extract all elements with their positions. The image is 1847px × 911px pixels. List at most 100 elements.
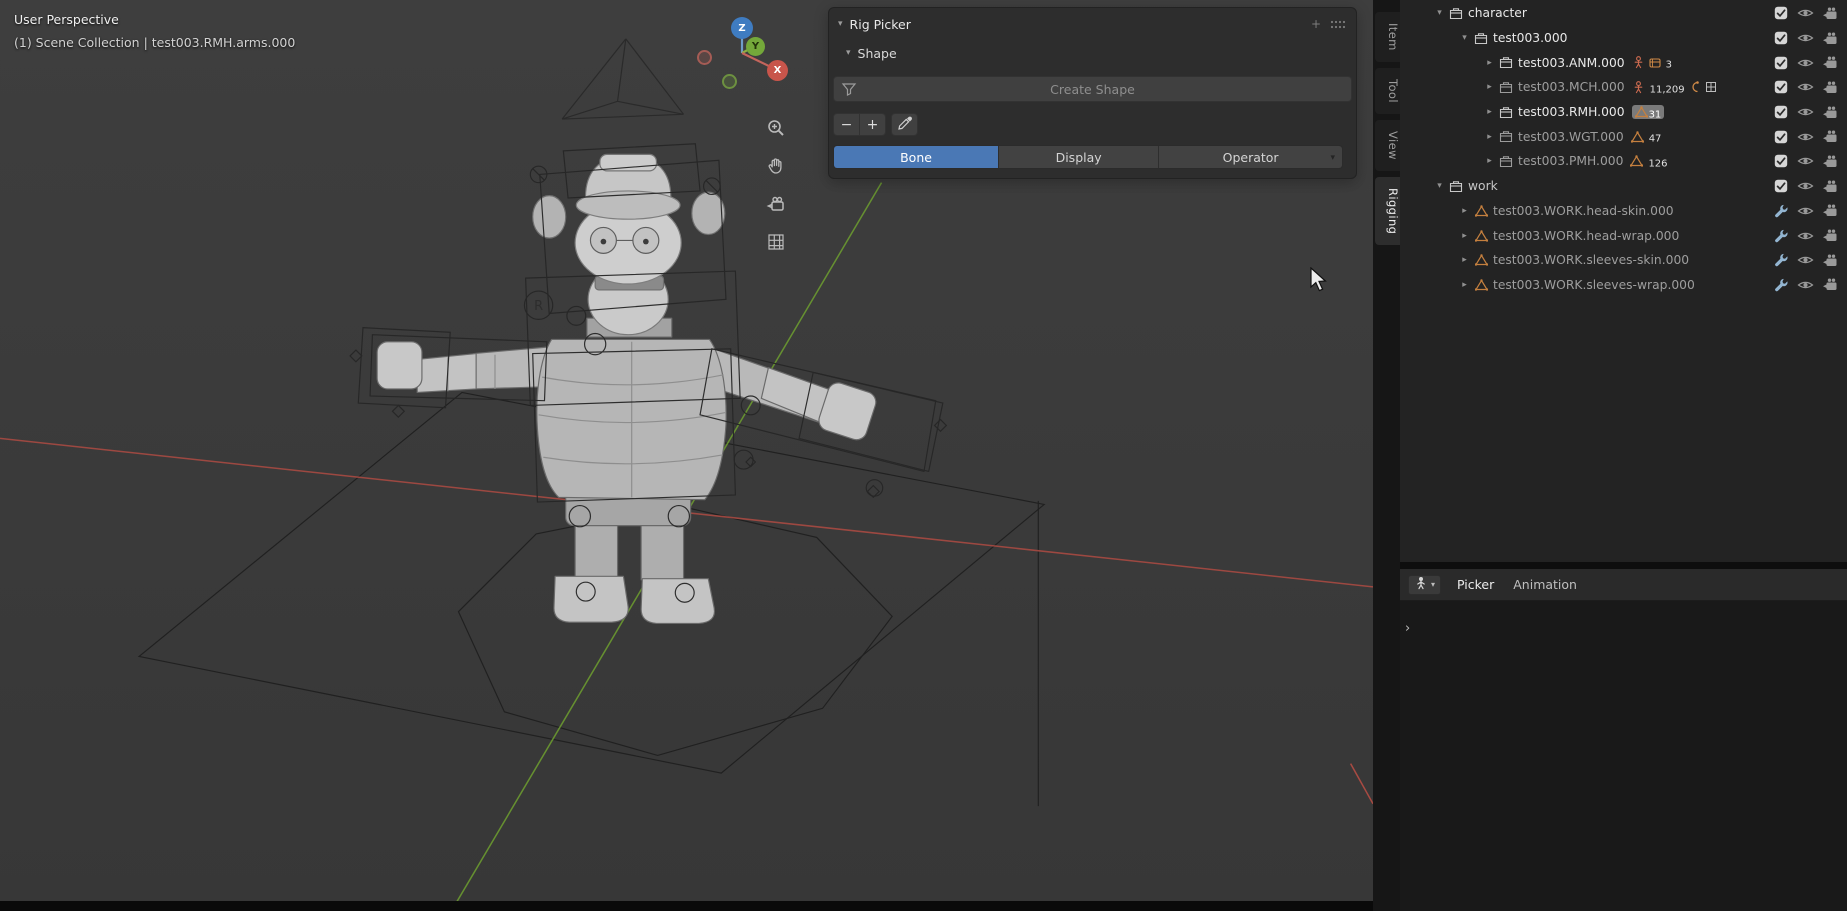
disable-render-camera-icon[interactable] xyxy=(1818,81,1843,94)
expand-arrow-icon[interactable]: ▸ xyxy=(1482,107,1497,117)
visibility-checkbox[interactable] xyxy=(1769,105,1794,119)
outliner-row[interactable]: ▸test003.RMH.00031 xyxy=(1400,100,1847,125)
rig-picker-tab-operator[interactable]: Operator▾ xyxy=(1159,146,1342,168)
outliner-row[interactable]: ▸test003.ANM.0003 xyxy=(1400,50,1847,75)
pan-hand-icon[interactable] xyxy=(760,150,792,182)
remove-shape-button[interactable]: − xyxy=(833,113,860,136)
modifier-wrench-icon[interactable] xyxy=(1769,204,1794,218)
expand-arrow-icon[interactable]: ▸ xyxy=(1482,82,1497,92)
hide-viewport-eye-icon[interactable] xyxy=(1793,57,1818,69)
picker-editor-content[interactable]: › xyxy=(1400,601,1847,911)
expand-arrow-icon[interactable]: ▸ xyxy=(1482,132,1497,142)
outliner-panel[interactable]: ▾character▾test003.000▸test003.ANM.0003▸… xyxy=(1400,0,1847,562)
shape-section-header[interactable]: ▾ Shape xyxy=(829,40,1356,66)
collapse-arrow-icon[interactable]: ▾ xyxy=(1457,33,1472,43)
outliner-row[interactable]: ▾test003.000 xyxy=(1400,26,1847,51)
region-tab-view[interactable]: View xyxy=(1375,120,1400,171)
collection-icon xyxy=(1497,56,1515,69)
visibility-checkbox[interactable] xyxy=(1769,80,1794,94)
toggle-orthographic-icon[interactable] xyxy=(760,226,792,258)
disable-render-camera-icon[interactable] xyxy=(1818,155,1843,168)
create-shape-button[interactable]: Create Shape xyxy=(833,76,1352,102)
visibility-checkbox[interactable] xyxy=(1769,130,1794,144)
hide-viewport-eye-icon[interactable] xyxy=(1793,155,1818,167)
visibility-checkbox[interactable] xyxy=(1769,31,1794,45)
region-tab-rigging[interactable]: Rigging xyxy=(1375,177,1400,245)
gizmo-axis-x[interactable]: X xyxy=(767,60,788,81)
disable-render-camera-icon[interactable] xyxy=(1818,32,1843,45)
disable-render-camera-icon[interactable] xyxy=(1818,56,1843,69)
region-tab-item[interactable]: Item xyxy=(1375,12,1400,62)
outliner-row[interactable]: ▸test003.WORK.sleeves-skin.000 xyxy=(1400,248,1847,273)
collapse-arrow-icon[interactable]: ▾ xyxy=(1432,181,1447,191)
outliner-row[interactable]: ▸test003.WORK.head-skin.000 xyxy=(1400,199,1847,224)
outliner-row[interactable]: ▸test003.WORK.head-wrap.000 xyxy=(1400,223,1847,248)
visibility-checkbox[interactable] xyxy=(1769,179,1794,193)
gizmo-axis-y-negative[interactable] xyxy=(722,74,737,89)
outliner-row[interactable]: ▸test003.WGT.00047 xyxy=(1400,124,1847,149)
disable-render-camera-icon[interactable] xyxy=(1818,254,1843,267)
visibility-checkbox[interactable] xyxy=(1769,6,1794,20)
visibility-checkbox[interactable] xyxy=(1769,56,1794,70)
disable-render-camera-icon[interactable] xyxy=(1818,130,1843,143)
hide-viewport-eye-icon[interactable] xyxy=(1793,230,1818,242)
outliner-row[interactable]: ▸test003.PMH.000126 xyxy=(1400,149,1847,174)
disable-render-camera-icon[interactable] xyxy=(1818,204,1843,217)
outliner-row[interactable]: ▾character xyxy=(1400,1,1847,26)
outliner-row[interactable]: ▾work xyxy=(1400,174,1847,199)
disable-render-camera-icon[interactable] xyxy=(1818,180,1843,193)
camera-view-icon[interactable] xyxy=(760,188,792,220)
disable-render-camera-icon[interactable] xyxy=(1818,229,1843,242)
hide-viewport-eye-icon[interactable] xyxy=(1793,7,1818,19)
region-tab-tool[interactable]: Tool xyxy=(1375,68,1400,114)
hide-viewport-eye-icon[interactable] xyxy=(1793,32,1818,44)
add-shape-button[interactable]: + xyxy=(859,113,886,136)
disable-render-camera-icon[interactable] xyxy=(1818,106,1843,119)
panel-drag-grip-icon[interactable] xyxy=(1330,17,1346,32)
collapse-arrow-icon[interactable]: ▾ xyxy=(838,19,843,29)
active-object-badge[interactable]: 31 xyxy=(1632,105,1665,119)
expand-arrow-icon[interactable]: ▸ xyxy=(1457,280,1472,290)
hide-viewport-eye-icon[interactable] xyxy=(1793,279,1818,291)
hide-viewport-eye-icon[interactable] xyxy=(1793,254,1818,266)
collection-icon xyxy=(1472,32,1490,45)
eyedropper-button[interactable] xyxy=(891,113,918,136)
gizmo-axis-z[interactable]: Z xyxy=(731,17,753,39)
hide-viewport-eye-icon[interactable] xyxy=(1793,106,1818,118)
gizmo-axis-y[interactable]: Y xyxy=(746,37,765,56)
zoom-icon[interactable] xyxy=(760,112,792,144)
rig-picker-tab-bone[interactable]: Bone xyxy=(834,146,999,168)
gizmo-axis-x-negative[interactable] xyxy=(697,50,712,65)
collapse-arrow-icon[interactable]: ▾ xyxy=(846,48,851,58)
modifier-wrench-icon[interactable] xyxy=(1769,278,1794,292)
modifier-wrench-icon[interactable] xyxy=(1769,229,1794,243)
rig-picker-tab-display[interactable]: Display xyxy=(999,146,1159,168)
hide-viewport-eye-icon[interactable] xyxy=(1793,131,1818,143)
object-count: 31 xyxy=(1649,109,1662,120)
hide-viewport-eye-icon[interactable] xyxy=(1793,180,1818,192)
rig-picker-header[interactable]: ▾ Rig Picker + xyxy=(829,8,1356,40)
editor-type-selector[interactable]: ▾ xyxy=(1408,575,1441,595)
disable-render-camera-icon[interactable] xyxy=(1818,278,1843,291)
3d-viewport[interactable]: R User Perspective (1) Scene Collection … xyxy=(0,0,1373,911)
editor-tab-animation[interactable]: Animation xyxy=(1513,577,1577,592)
hide-viewport-eye-icon[interactable] xyxy=(1793,205,1818,217)
outliner-row[interactable]: ▸test003.WORK.sleeves-wrap.000 xyxy=(1400,273,1847,298)
outliner-row[interactable]: ▸test003.MCH.00011,209 xyxy=(1400,75,1847,100)
expand-arrow-icon[interactable]: ▸ xyxy=(1482,58,1497,68)
hide-viewport-eye-icon[interactable] xyxy=(1793,81,1818,93)
expand-arrow-icon[interactable]: ▸ xyxy=(1457,206,1472,216)
navigation-gizmo[interactable]: Z Y X xyxy=(692,6,802,106)
collection-icon xyxy=(1497,106,1515,119)
region-divider[interactable] xyxy=(1400,562,1847,569)
expand-arrow-icon[interactable]: › xyxy=(1405,621,1410,636)
expand-arrow-icon[interactable]: ▸ xyxy=(1457,231,1472,241)
collapse-arrow-icon[interactable]: ▾ xyxy=(1432,8,1447,18)
disable-render-camera-icon[interactable] xyxy=(1818,7,1843,20)
expand-arrow-icon[interactable]: ▸ xyxy=(1482,156,1497,166)
visibility-checkbox[interactable] xyxy=(1769,154,1794,168)
editor-tab-picker[interactable]: Picker xyxy=(1457,577,1494,592)
expand-arrow-icon[interactable]: ▸ xyxy=(1457,255,1472,265)
modifier-wrench-icon[interactable] xyxy=(1769,253,1794,267)
panel-plus-icon[interactable]: + xyxy=(1311,17,1321,31)
